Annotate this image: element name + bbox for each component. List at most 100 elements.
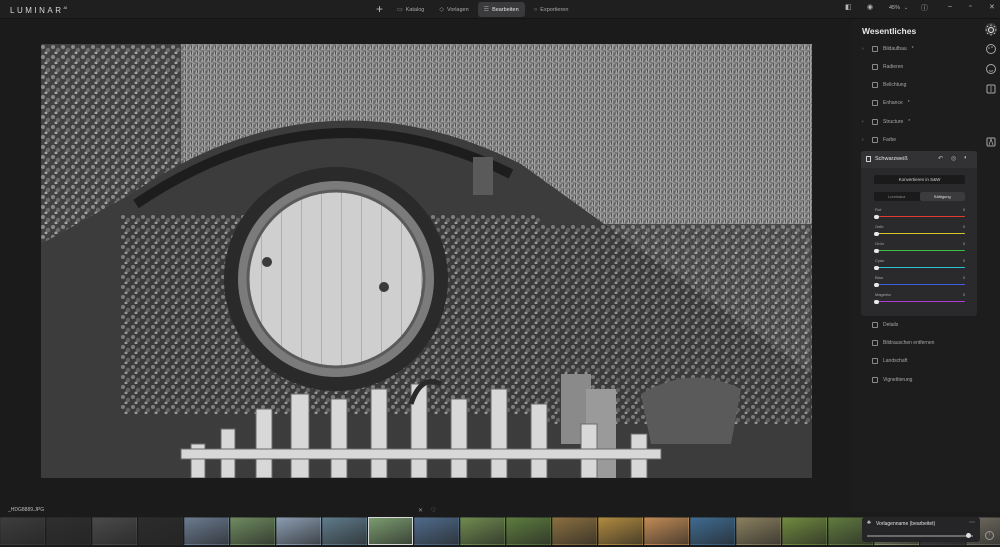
zoom-chevron-icon[interactable]: ⌄ (904, 5, 908, 11)
tool-enhance[interactable]: Enhance * (862, 97, 910, 109)
ai-assistant-icon[interactable] (985, 135, 997, 147)
tool-landschaft[interactable]: Landschaft (862, 355, 907, 367)
filmstrip-thumbnail[interactable] (644, 517, 689, 545)
visibility-toggle-icon[interactable]: ◐ (964, 155, 968, 161)
filmstrip-thumbnail[interactable] (276, 517, 321, 545)
filmstrip (0, 517, 1000, 545)
reject-icon[interactable]: ✕ (418, 508, 423, 514)
tab-vorlagen[interactable]: ◇ Vorlagen (433, 2, 474, 17)
filmstrip-thumbnail[interactable] (690, 517, 735, 545)
edit-icon: ☰ (483, 7, 490, 13)
tool-structure[interactable]: › Structure * (862, 116, 910, 128)
tool-belichtung[interactable]: Belichtung (862, 79, 906, 91)
details-icon (872, 322, 878, 328)
filmstrip-thumbnail[interactable] (368, 517, 413, 545)
tab-bearbeiten[interactable]: ☰ Bearbeiten (477, 2, 525, 17)
face-icon[interactable] (985, 62, 997, 74)
heart-icon[interactable]: ♡ (431, 508, 436, 514)
landscape-icon (872, 358, 878, 364)
slider-knob[interactable] (874, 231, 879, 236)
filmstrip-thumbnail[interactable] (0, 517, 45, 545)
color-icon (872, 137, 878, 143)
denoise-icon (872, 340, 878, 346)
mask-icon[interactable]: ◎ (951, 155, 956, 162)
export-icon: ○ (533, 6, 538, 13)
filmstrip-thumbnail[interactable] (598, 517, 643, 545)
filmstrip-thumbnail[interactable] (184, 517, 229, 545)
filmstrip-thumbnail[interactable] (552, 517, 597, 545)
tab-katalog[interactable]: ▭ Katalog (391, 2, 430, 17)
tool-bildaufbau[interactable]: › Bildaufbau * (862, 43, 914, 55)
slider-knob[interactable] (874, 265, 879, 270)
filmstrip-thumbnail[interactable] (92, 517, 137, 545)
filmstrip-thumbnail[interactable] (414, 517, 459, 545)
bw-tool-panel: Schwarzweiß ↶ ◎ ◐ Konvertieren in S&W Lu… (861, 151, 977, 316)
filmstrip-thumbnail[interactable] (322, 517, 367, 545)
mode-tabs: ▭ Katalog ◇ Vorlagen ☰ Bearbeiten ○ Exportie… (391, 2, 574, 17)
sun-icon[interactable] (985, 23, 997, 36)
tool-farbe[interactable]: › Farbe (862, 134, 896, 146)
bw-icon (866, 156, 871, 162)
app-logo: LUMINARAI (10, 5, 68, 15)
add-button[interactable]: + (376, 2, 383, 16)
preset-bar: ♣ Vorlagenname (bearbeitet) ⋯ (862, 517, 980, 542)
slider-gelb[interactable]: Gelb 0 (874, 224, 965, 238)
pro-tools-icon[interactable] (985, 82, 997, 94)
chevron-right-icon: › (862, 46, 864, 52)
preset-amount-knob[interactable] (966, 533, 971, 538)
panel-title: Wesentliches (862, 26, 917, 36)
slider-rot[interactable]: Rot 0 (874, 207, 965, 221)
crop-icon (872, 46, 878, 52)
preset-amount-track[interactable] (867, 535, 973, 537)
segment-luminanz[interactable]: Luminanz (874, 192, 920, 201)
filmstrip-thumbnail[interactable] (782, 517, 827, 545)
enhance-icon (872, 100, 878, 106)
restore-icon[interactable]: ▫ (969, 3, 971, 10)
slider-knob[interactable] (874, 282, 879, 287)
preset-name: Vorlagenname (bearbeitet) (876, 521, 936, 527)
filmstrip-thumbnail[interactable] (506, 517, 551, 545)
bw-mode-segment: Luminanz Sättigung (874, 192, 965, 201)
palette-icon[interactable] (985, 42, 997, 54)
slider-knob[interactable] (874, 214, 879, 219)
info-icon[interactable]: ! (985, 531, 994, 540)
slider-blau[interactable]: Blau 0 (874, 275, 965, 289)
info-icon[interactable]: ⓘ (921, 3, 928, 13)
slider-cyan[interactable]: Cyan 0 (874, 258, 965, 272)
catalog-icon: ▭ (397, 7, 403, 13)
filmstrip-thumbnail[interactable] (138, 517, 183, 545)
tool-bildrauschen[interactable]: Bildrauschen entfernen (862, 337, 934, 349)
bw-tool-title: Schwarzweiß (875, 156, 908, 162)
filmstrip-thumbnail[interactable] (46, 517, 91, 545)
slider-magenta[interactable]: Magenta 0 (874, 292, 965, 306)
minimize-icon[interactable]: – (948, 3, 952, 10)
segment-saettigung[interactable]: Sättigung (919, 192, 965, 201)
filmstrip-thumbnail[interactable] (230, 517, 275, 545)
undo-icon[interactable]: ↶ (938, 155, 943, 162)
close-icon[interactable]: ✕ (989, 3, 995, 11)
chevron-right-icon: › (862, 119, 864, 125)
tool-radieren[interactable]: Radieren (862, 61, 903, 73)
filmstrip-thumbnail[interactable] (736, 517, 781, 545)
compare-icon[interactable]: ◧ (845, 3, 852, 11)
slider-gruen[interactable]: Grün 0 (874, 241, 965, 255)
tab-exportieren[interactable]: ○ Exportieren (528, 2, 575, 17)
eye-icon[interactable]: ◉ (867, 3, 873, 11)
exposure-icon (872, 82, 878, 88)
main-photo[interactable] (41, 44, 812, 478)
tool-details[interactable]: Details (862, 319, 898, 331)
vignette-icon (872, 377, 878, 383)
convert-bw-button[interactable]: Konvertieren in S&W (874, 175, 965, 184)
filmstrip-filename: _HDG8889.JPG (8, 507, 45, 513)
structure-icon (872, 119, 878, 125)
zoom-level[interactable]: 45% (889, 5, 900, 11)
bw-tool-header[interactable]: Schwarzweiß ↶ ◎ ◐ (861, 151, 977, 168)
filmstrip-thumbnail[interactable] (460, 517, 505, 545)
slider-knob[interactable] (874, 299, 879, 304)
more-icon[interactable]: ⋯ (969, 519, 975, 526)
filmstrip-actions: ✕ ♡ (418, 507, 436, 514)
slider-knob[interactable] (874, 248, 879, 253)
tool-vignettierung[interactable]: Vignettierung (862, 374, 912, 386)
top-bar: LUMINARAI + ▭ Katalog ◇ Vorlagen ☰ Bearbeit… (0, 0, 1000, 19)
preset-icon: ♣ (867, 520, 871, 526)
